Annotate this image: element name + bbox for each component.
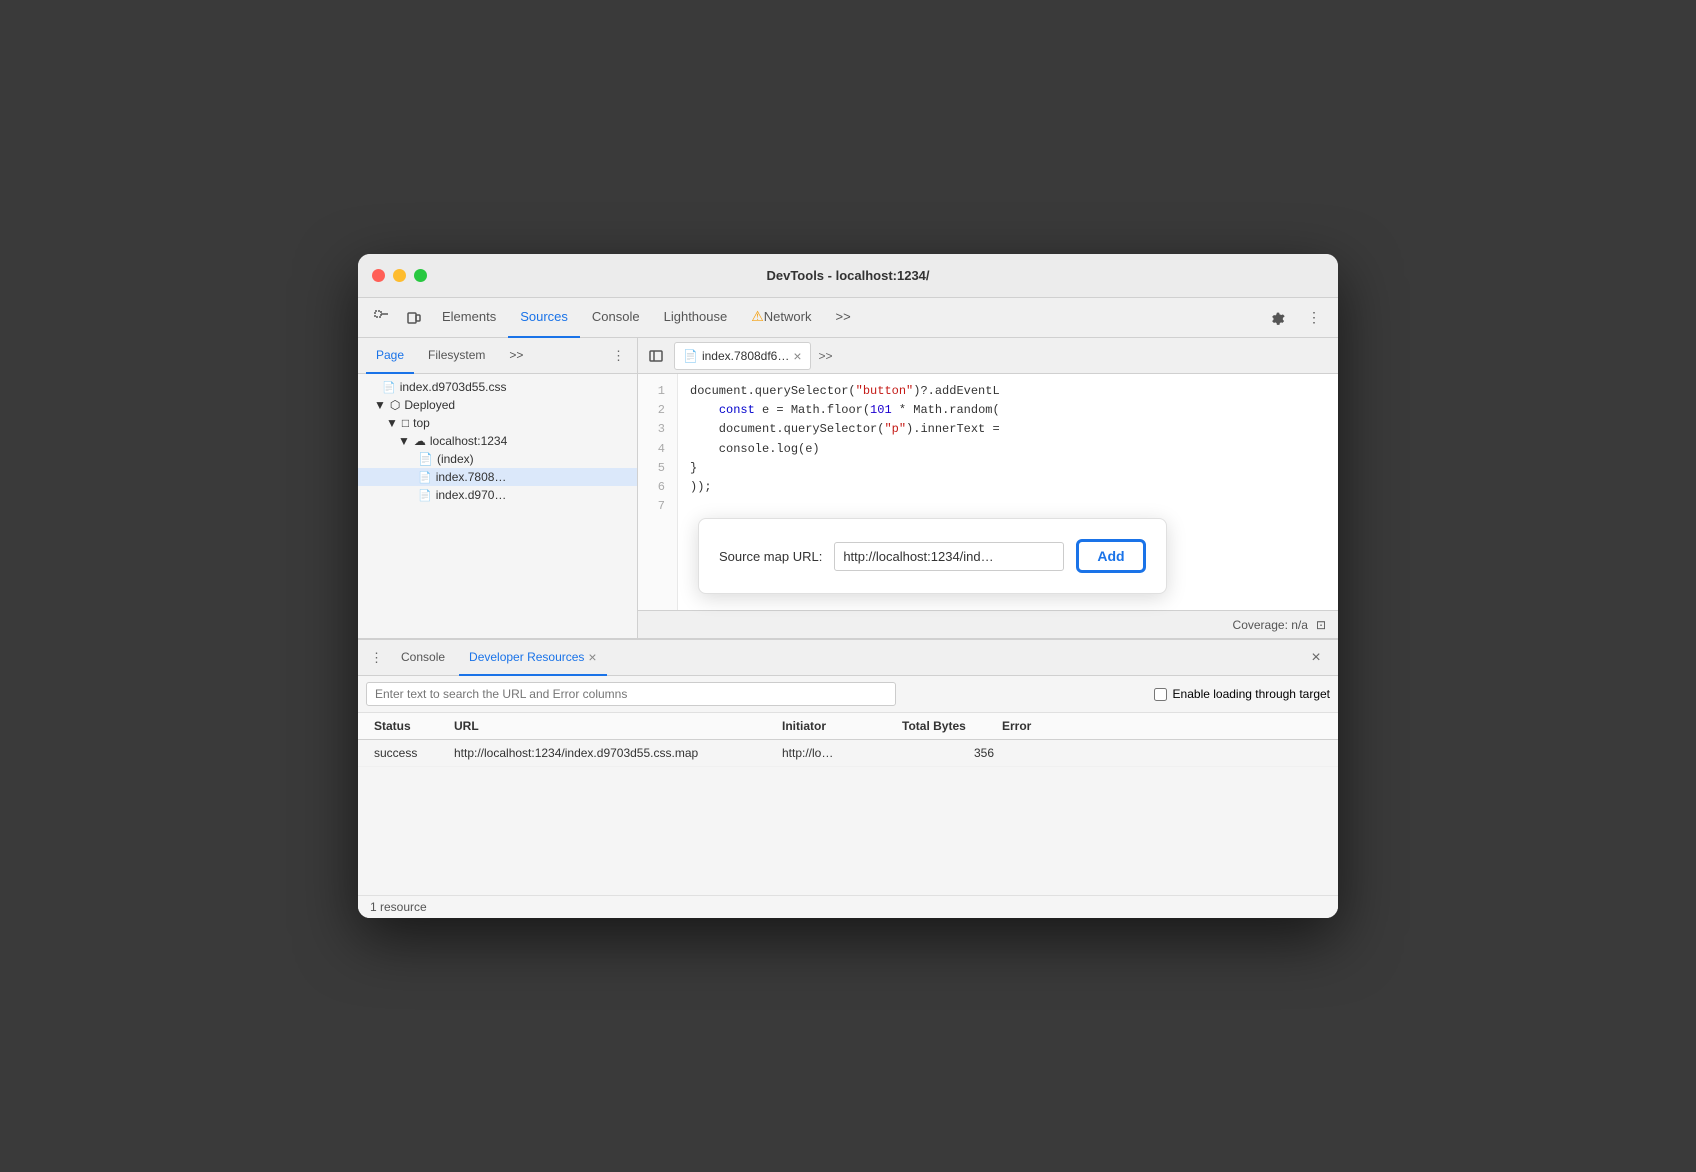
search-row: Enable loading through target bbox=[358, 676, 1338, 713]
window-controls bbox=[372, 269, 427, 282]
row-status: success bbox=[370, 744, 450, 762]
subtab-page[interactable]: Page bbox=[366, 338, 414, 374]
code-line-3: document.querySelector("p").innerText = bbox=[690, 420, 1326, 439]
tab-network[interactable]: ⚠ Network bbox=[739, 298, 823, 338]
code-line-4: console.log(e) bbox=[690, 440, 1326, 459]
tab-console[interactable]: Console bbox=[580, 298, 652, 338]
more-options-icon[interactable]: ⋮ bbox=[1298, 302, 1330, 334]
code-line-7 bbox=[690, 497, 1326, 516]
table-header: Status URL Initiator Total Bytes Error bbox=[358, 713, 1338, 740]
bottom-status-bar: 1 resource bbox=[358, 895, 1338, 918]
close-button[interactable] bbox=[372, 269, 385, 282]
css-file-icon-2: 📄 bbox=[418, 489, 432, 502]
editor-panel: 📄 index.7808df6… × >> 1 2 3 4 5 6 bbox=[638, 338, 1338, 638]
tabs-right-actions: ⋮ bbox=[1262, 302, 1330, 334]
sidebar-toggle-button[interactable] bbox=[642, 342, 670, 370]
bottom-right-actions: × bbox=[1302, 644, 1330, 672]
enable-loading-row: Enable loading through target bbox=[1154, 687, 1330, 701]
devtools-window: DevTools - localhost:1234/ Elements Sour… bbox=[358, 254, 1338, 918]
js-file-icon: 📄 bbox=[418, 471, 432, 484]
maximize-button[interactable] bbox=[414, 269, 427, 282]
tree-item-css2[interactable]: 📄 index.d970… bbox=[358, 486, 637, 504]
col-header-error: Error bbox=[998, 717, 1326, 735]
tree-item-deployed[interactable]: ▼ ⬡ Deployed bbox=[358, 396, 637, 414]
bottom-panel: ⋮ Console Developer Resources × × bbox=[358, 638, 1338, 918]
window-icon: □ bbox=[402, 416, 409, 430]
title-bar: DevTools - localhost:1234/ bbox=[358, 254, 1338, 298]
add-source-map-button[interactable]: Add bbox=[1076, 539, 1145, 573]
main-content-area: Page Filesystem >> ⋮ 📄 index.d9703d55.cs… bbox=[358, 338, 1338, 638]
enable-loading-label: Enable loading through target bbox=[1173, 687, 1330, 701]
close-tab-button[interactable]: × bbox=[793, 349, 801, 363]
row-error bbox=[998, 744, 1326, 762]
row-total-bytes: 356 bbox=[898, 744, 998, 762]
bottom-tab-developer-resources[interactable]: Developer Resources × bbox=[459, 640, 607, 676]
expand-icon: ▼ bbox=[386, 416, 398, 430]
tab-elements[interactable]: Elements bbox=[430, 298, 508, 338]
css-file-icon: 📄 bbox=[382, 381, 396, 394]
tree-item-css[interactable]: 📄 index.d9703d55.css bbox=[358, 378, 637, 396]
source-map-label: Source map URL: bbox=[719, 549, 822, 564]
line-numbers: 1 2 3 4 5 6 7 bbox=[638, 374, 678, 610]
minimize-button[interactable] bbox=[393, 269, 406, 282]
expand-icon: ▼ bbox=[398, 434, 410, 448]
left-panel-more-btn[interactable]: ⋮ bbox=[608, 346, 629, 366]
editor-bottom-bar: Coverage: n/a ⊡ bbox=[638, 610, 1338, 638]
bottom-panel-more-btn[interactable]: ⋮ bbox=[366, 648, 387, 668]
settings-icon[interactable] bbox=[1262, 302, 1294, 334]
table-row[interactable]: success http://localhost:1234/index.d970… bbox=[358, 740, 1338, 767]
source-map-input[interactable] bbox=[834, 542, 1064, 571]
editor-file-icon: 📄 bbox=[683, 349, 698, 363]
row-url: http://localhost:1234/index.d9703d55.css… bbox=[450, 744, 778, 762]
dev-resources-search-input[interactable] bbox=[366, 682, 896, 706]
left-sub-tabs: Page Filesystem >> ⋮ bbox=[358, 338, 637, 374]
tab-lighthouse[interactable]: Lighthouse bbox=[652, 298, 740, 338]
expand-icon: ▼ bbox=[374, 398, 386, 412]
editor-tab-label: index.7808df6… bbox=[702, 349, 789, 363]
col-header-total-bytes: Total Bytes bbox=[898, 717, 998, 735]
bottom-tab-bar: ⋮ Console Developer Resources × × bbox=[358, 640, 1338, 676]
code-line-6: )); bbox=[690, 478, 1326, 497]
col-header-url: URL bbox=[450, 717, 778, 735]
device-mode-icon[interactable] bbox=[398, 302, 430, 334]
coverage-icon[interactable]: ⊡ bbox=[1316, 618, 1326, 632]
table-empty-area bbox=[358, 767, 1338, 895]
source-map-overlay: Source map URL: Add bbox=[698, 518, 1167, 594]
code-line-1: document.querySelector("button")?.addEve… bbox=[690, 382, 1326, 401]
editor-tab-bar: 📄 index.7808df6… × >> bbox=[638, 338, 1338, 374]
coverage-label: Coverage: n/a bbox=[1233, 618, 1308, 632]
row-initiator: http://lo… bbox=[778, 744, 898, 762]
left-panel: Page Filesystem >> ⋮ 📄 index.d9703d55.cs… bbox=[358, 338, 638, 638]
editor-active-tab[interactable]: 📄 index.7808df6… × bbox=[674, 342, 811, 370]
close-bottom-panel-button[interactable]: × bbox=[1302, 644, 1330, 672]
file-icon: 📄 bbox=[418, 452, 433, 466]
tree-item-localhost[interactable]: ▼ ☁ localhost:1234 bbox=[358, 432, 637, 450]
tree-item-index[interactable]: 📄 (index) bbox=[358, 450, 637, 468]
col-header-status: Status bbox=[370, 717, 450, 735]
subtab-more[interactable]: >> bbox=[499, 338, 533, 374]
subtab-filesystem[interactable]: Filesystem bbox=[418, 338, 495, 374]
col-header-initiator: Initiator bbox=[778, 717, 898, 735]
resource-count-label: 1 resource bbox=[370, 900, 427, 914]
tab-sources[interactable]: Sources bbox=[508, 298, 580, 338]
close-developer-resources-tab[interactable]: × bbox=[588, 649, 596, 665]
code-line-5: } bbox=[690, 459, 1326, 478]
bottom-tab-console[interactable]: Console bbox=[391, 640, 455, 676]
tab-more[interactable]: >> bbox=[823, 298, 862, 338]
window-title: DevTools - localhost:1234/ bbox=[766, 268, 929, 283]
tree-item-top[interactable]: ▼ □ top bbox=[358, 414, 637, 432]
main-tab-bar: Elements Sources Console Lighthouse ⚠ Ne… bbox=[358, 298, 1338, 338]
cloud-icon: ☁ bbox=[414, 434, 426, 448]
enable-loading-checkbox[interactable] bbox=[1154, 688, 1167, 701]
more-editor-tabs-button[interactable]: >> bbox=[815, 347, 837, 365]
code-line-2: const e = Math.floor(101 * Math.random( bbox=[690, 401, 1326, 420]
select-element-icon[interactable] bbox=[366, 302, 398, 334]
cube-icon: ⬡ bbox=[390, 398, 400, 412]
file-tree: 📄 index.d9703d55.css ▼ ⬡ Deployed ▼ □ to… bbox=[358, 374, 637, 638]
tree-item-js[interactable]: 📄 index.7808… bbox=[358, 468, 637, 486]
developer-resources-content: Enable loading through target Status URL… bbox=[358, 676, 1338, 918]
warning-icon: ⚠ bbox=[751, 308, 764, 325]
